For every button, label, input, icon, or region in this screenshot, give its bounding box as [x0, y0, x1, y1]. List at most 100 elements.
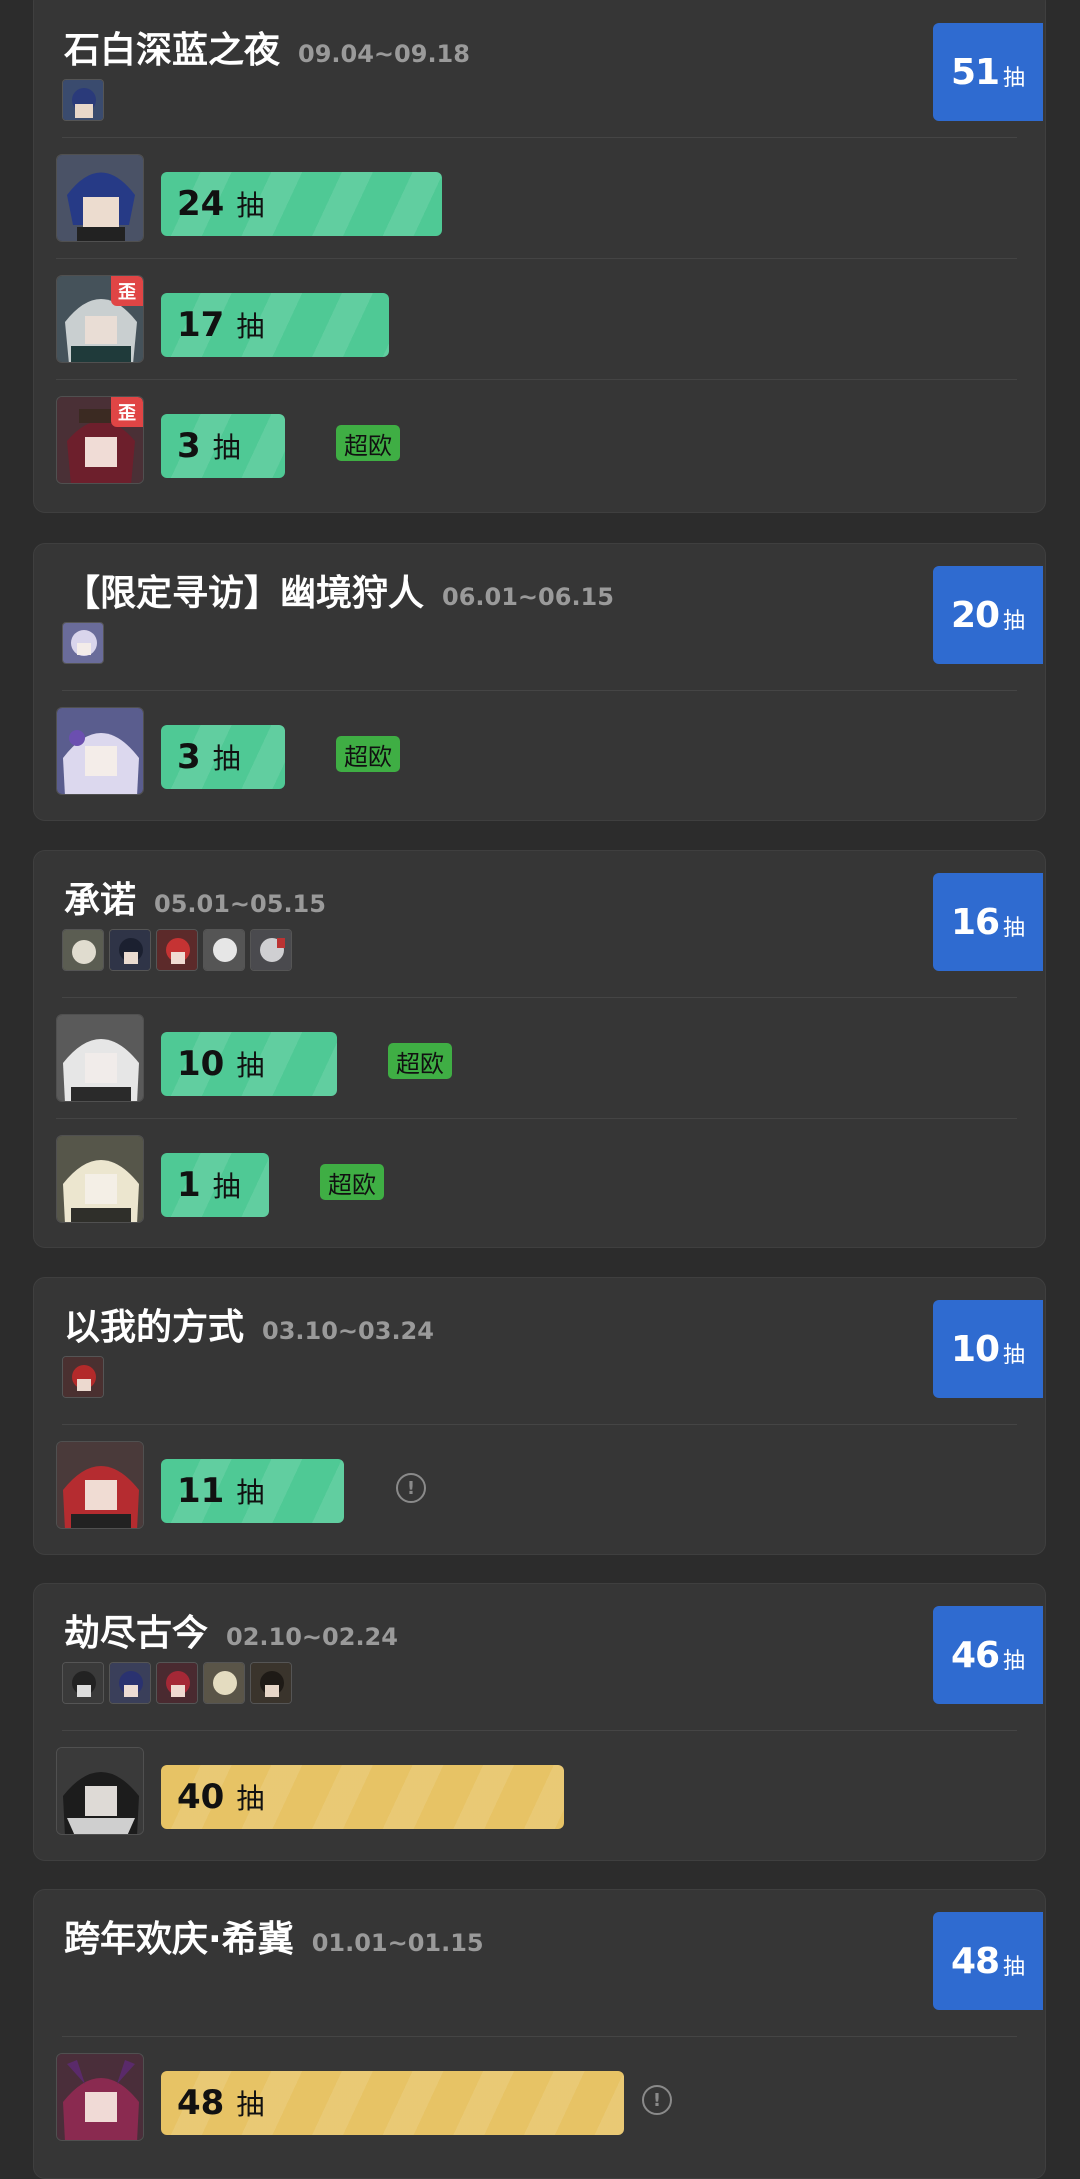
- banner-title-line: 跨年欢庆·希冀 01.01~01.15: [64, 1910, 484, 1962]
- pull-record-row[interactable]: 1 抽 超欧: [56, 1119, 1017, 1239]
- total-pulls-number: 16: [950, 901, 1000, 943]
- pull-record-row[interactable]: 11 抽 !: [56, 1425, 1017, 1545]
- operator-thumbnail-row: [62, 929, 292, 971]
- pull-record-row[interactable]: 歪 3 抽 超欧: [56, 380, 1017, 500]
- banner-date: 06.01~06.15: [442, 583, 614, 611]
- pull-record-row[interactable]: 10 抽 超欧: [56, 998, 1017, 1119]
- banner-date: 05.01~05.15: [154, 890, 326, 918]
- pull-count: 11: [177, 1471, 225, 1511]
- operator-avatar[interactable]: [56, 1747, 144, 1835]
- lucky-badge: 超欧: [320, 1164, 384, 1200]
- operator-thumbnail[interactable]: [156, 1662, 198, 1704]
- banner-title: 石白深蓝之夜: [64, 30, 281, 71]
- pull-unit: 抽: [236, 1782, 265, 1815]
- operator-thumbnail[interactable]: [62, 622, 104, 664]
- pull-count: 24: [177, 184, 225, 224]
- pull-count: 3: [177, 737, 201, 777]
- operator-thumbnail-row: [62, 79, 104, 121]
- pull-record-row[interactable]: 24 抽: [56, 138, 1017, 259]
- banner-card[interactable]: 跨年欢庆·希冀 01.01~01.15 48 抽 48 抽 !: [33, 1889, 1046, 2179]
- banner-card[interactable]: 劫尽古今 02.10~02.24 46 抽 40 抽: [33, 1583, 1046, 1861]
- banner-card[interactable]: 承诺 05.01~05.15 16 抽 10 抽 超欧 1 抽 超欧: [33, 850, 1046, 1248]
- pull-record-row[interactable]: 3 抽 超欧: [56, 691, 1017, 811]
- operator-thumbnail[interactable]: [156, 929, 198, 971]
- banner-header: 【限定寻访】幽境狩人 06.01~06.15 20 抽: [34, 544, 1045, 690]
- operator-avatar[interactable]: 歪: [56, 396, 144, 484]
- pull-count-bar: 48 抽: [161, 2071, 624, 2135]
- total-pulls-number: 48: [950, 1940, 1000, 1982]
- pull-unit: 抽: [212, 742, 241, 775]
- off-banner-tag: 歪: [111, 397, 143, 427]
- operator-thumbnail[interactable]: [203, 929, 245, 971]
- total-pulls-badge: 16 抽: [933, 873, 1043, 971]
- operator-thumbnail[interactable]: [62, 1662, 104, 1704]
- operator-thumbnail[interactable]: [62, 929, 104, 971]
- info-icon[interactable]: !: [642, 2085, 672, 2115]
- banner-header: 以我的方式 03.10~03.24 10 抽: [34, 1278, 1045, 1424]
- banner-header: 石白深蓝之夜 09.04~09.18 51 抽: [34, 0, 1045, 137]
- banner-card[interactable]: 【限定寻访】幽境狩人 06.01~06.15 20 抽 3 抽 超欧: [33, 543, 1046, 821]
- total-pulls-unit: 抽: [1003, 609, 1026, 634]
- banner-title: 承诺: [64, 880, 137, 921]
- pull-record-row[interactable]: 48 抽 !: [56, 2037, 1017, 2157]
- total-pulls-unit: 抽: [1003, 66, 1026, 91]
- total-pulls-number: 51: [950, 51, 1000, 93]
- pull-unit: 抽: [236, 2088, 265, 2121]
- banner-header: 劫尽古今 02.10~02.24 46 抽: [34, 1584, 1045, 1730]
- operator-avatar[interactable]: [56, 707, 144, 795]
- pull-record-row[interactable]: 歪 17 抽: [56, 259, 1017, 380]
- total-pulls-badge: 51 抽: [933, 23, 1043, 121]
- operator-thumbnail-row: [62, 622, 104, 664]
- banner-date: 01.01~01.15: [311, 1929, 484, 1957]
- total-pulls-unit: 抽: [1003, 916, 1026, 941]
- pull-unit: 抽: [236, 1476, 265, 1509]
- operator-thumbnail-row: [62, 1356, 104, 1398]
- pull-count-bar: 3 抽: [161, 414, 285, 478]
- banner-title-line: 承诺 05.01~05.15: [64, 871, 326, 923]
- banner-title-line: 石白深蓝之夜 09.04~09.18: [64, 21, 470, 73]
- operator-avatar[interactable]: [56, 2053, 144, 2141]
- pull-count: 17: [177, 305, 225, 345]
- operator-thumbnail[interactable]: [203, 1662, 245, 1704]
- banner-card[interactable]: 以我的方式 03.10~03.24 10 抽 11 抽 !: [33, 1277, 1046, 1555]
- total-pulls-number: 10: [950, 1328, 1000, 1370]
- info-icon[interactable]: !: [396, 1473, 426, 1503]
- total-pulls-unit: 抽: [1003, 1649, 1026, 1674]
- banner-title: 【限定寻访】幽境狩人: [64, 573, 425, 614]
- operator-avatar[interactable]: [56, 1441, 144, 1529]
- operator-avatar[interactable]: [56, 154, 144, 242]
- banner-history-page: 石白深蓝之夜 09.04~09.18 51 抽 24 抽 歪 17 抽 歪 3 …: [0, 0, 1080, 2179]
- operator-avatar[interactable]: [56, 1014, 144, 1102]
- off-banner-tag: 歪: [111, 276, 143, 306]
- pull-unit: 抽: [212, 1170, 241, 1203]
- banner-title-line: 劫尽古今 02.10~02.24: [64, 1604, 398, 1656]
- operator-thumbnail[interactable]: [62, 79, 104, 121]
- operator-thumbnail[interactable]: [62, 1356, 104, 1398]
- pull-count-bar: 17 抽: [161, 293, 389, 357]
- operator-thumbnail[interactable]: [250, 1662, 292, 1704]
- banner-title: 劫尽古今: [64, 1613, 209, 1654]
- pull-count-bar: 11 抽: [161, 1459, 344, 1523]
- operator-thumbnail[interactable]: [109, 929, 151, 971]
- total-pulls-number: 46: [950, 1634, 1000, 1676]
- total-pulls-badge: 10 抽: [933, 1300, 1043, 1398]
- banner-header: 承诺 05.01~05.15 16 抽: [34, 851, 1045, 997]
- operator-thumbnail[interactable]: [250, 929, 292, 971]
- pull-unit: 抽: [236, 189, 265, 222]
- operator-thumbnail[interactable]: [109, 1662, 151, 1704]
- pull-record-row[interactable]: 40 抽: [56, 1731, 1017, 1851]
- pull-count: 3: [177, 426, 201, 466]
- banner-date: 02.10~02.24: [226, 1623, 398, 1651]
- total-pulls-number: 20: [950, 594, 1000, 636]
- operator-avatar[interactable]: 歪: [56, 275, 144, 363]
- pull-count-bar: 10 抽: [161, 1032, 337, 1096]
- pull-count-bar: 3 抽: [161, 725, 285, 789]
- banner-card[interactable]: 石白深蓝之夜 09.04~09.18 51 抽 24 抽 歪 17 抽 歪 3 …: [33, 0, 1046, 513]
- lucky-badge: 超欧: [388, 1043, 452, 1079]
- pull-unit: 抽: [236, 1049, 265, 1082]
- pull-count-bar: 40 抽: [161, 1765, 564, 1829]
- pull-count: 10: [177, 1044, 225, 1084]
- operator-avatar[interactable]: [56, 1135, 144, 1223]
- banner-title-line: 【限定寻访】幽境狩人 06.01~06.15: [64, 564, 614, 616]
- total-pulls-unit: 抽: [1003, 1343, 1026, 1368]
